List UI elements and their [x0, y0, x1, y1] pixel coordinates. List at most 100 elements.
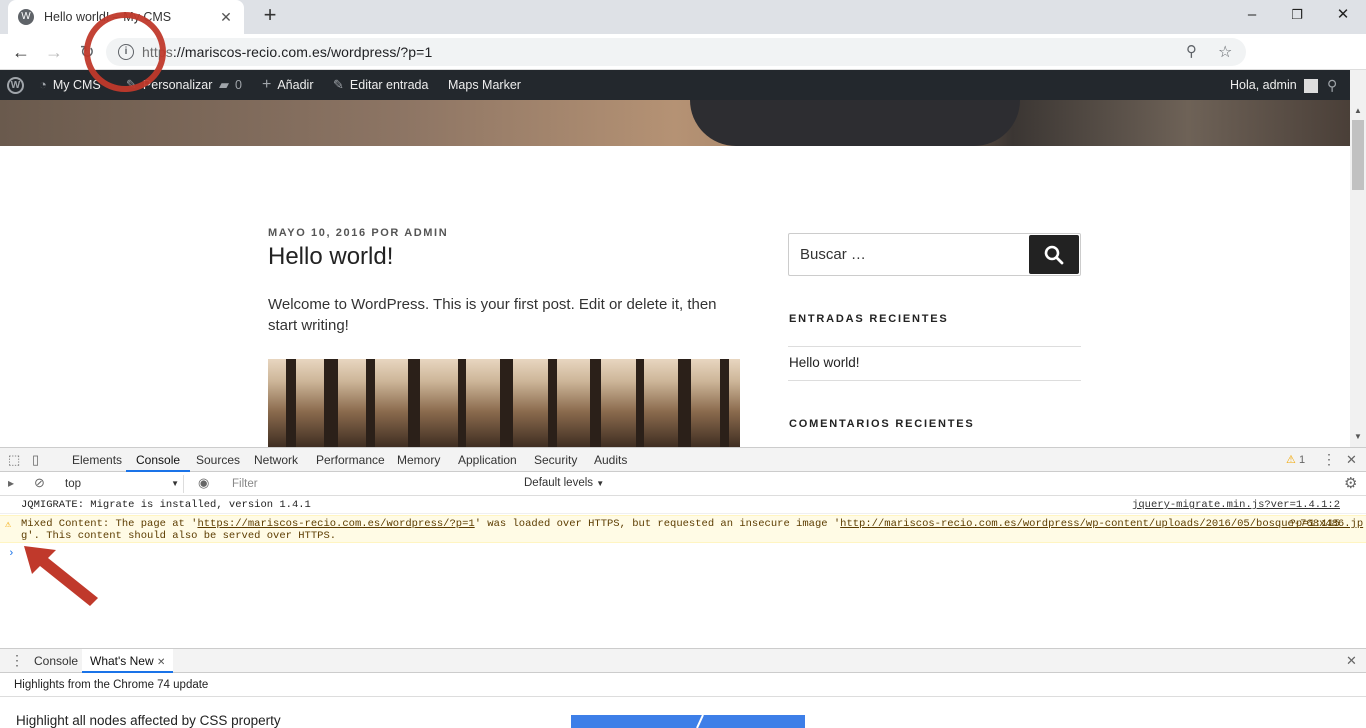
edit-post-link[interactable]: ✎ Editar entrada [333, 70, 428, 100]
add-new-label: Añadir [277, 78, 314, 92]
warning-count[interactable]: 1 [1299, 454, 1305, 466]
close-tab-icon[interactable]: ✕ [218, 9, 234, 26]
console-settings-gear-icon[interactable]: ⚙ [1344, 474, 1357, 492]
warning-triangle-icon: ⚠ [5, 520, 12, 531]
scrollbar-thumb[interactable] [1352, 120, 1364, 190]
page-scrollbar[interactable]: ▲ ▼ [1350, 70, 1366, 447]
devtools-close-icon[interactable]: ✕ [1346, 452, 1357, 468]
plus-icon: + [262, 76, 272, 93]
admin-search-icon[interactable]: ⚲ [1327, 70, 1337, 100]
show-sidebar-icon[interactable]: ▸ [8, 476, 14, 490]
tab-sources[interactable]: Sources [196, 448, 240, 472]
tab-network[interactable]: Network [254, 448, 298, 472]
wp-admin-bar: W ◔ My CMS ✎ Personalizar ▰ 0 + Añadir ✎ Edit… [0, 70, 1350, 100]
site-name-label: My CMS [52, 78, 101, 92]
post-excerpt: Welcome to WordPress. This is your first… [268, 296, 717, 334]
warning-prefix: Mixed Content: The page at ' [21, 518, 198, 530]
wordpress-favicon-icon: W [18, 9, 34, 25]
red-arrow-annotation [24, 546, 98, 606]
add-new-link[interactable]: + Añadir [262, 70, 313, 100]
whats-new-image [571, 715, 805, 728]
user-avatar-icon [1303, 78, 1318, 93]
tab-security[interactable]: Security [534, 448, 577, 472]
drawer-tab-console[interactable]: Console [34, 649, 78, 673]
inspect-element-icon[interactable]: ⬚ [8, 452, 20, 468]
close-window-button[interactable]: ✕ [1320, 3, 1366, 27]
comment-bubble-icon: ▰ [219, 77, 229, 92]
dropdown-arrow-icon: ▼ [171, 479, 179, 488]
url-rest: ://mariscos-recio.com.es/wordpress/?p=1 [172, 44, 433, 60]
header-image-shape [690, 100, 1020, 146]
context-selector[interactable]: top ▼ [58, 475, 184, 493]
whats-new-highlight: Highlight all nodes affected by CSS prop… [16, 713, 281, 728]
forward-arrow-icon[interactable]: → [42, 40, 66, 64]
post-meta: MAYO 10, 2016 POR ADMIN [268, 227, 449, 239]
dropdown-arrow-icon: ▼ [596, 479, 605, 488]
tab-elements[interactable]: Elements [72, 448, 122, 472]
warning-mid: ' was loaded over HTTPS, but requested a… [474, 518, 841, 530]
comment-count: 0 [235, 78, 242, 92]
dashboard-icon: ◔ [39, 77, 47, 92]
my-account-link[interactable]: Hola, admin [1230, 70, 1318, 100]
recent-post-link[interactable]: Hello world! [789, 355, 860, 370]
scroll-up-icon[interactable]: ▲ [1350, 106, 1366, 120]
eye-icon[interactable]: ◉ [198, 475, 209, 491]
back-arrow-icon[interactable]: ← [9, 40, 33, 64]
greeting-label: Hola, admin [1230, 78, 1297, 92]
tab-memory[interactable]: Memory [397, 448, 440, 472]
search-input[interactable] [789, 234, 1029, 275]
search-button[interactable] [1029, 235, 1079, 274]
bookmark-star-icon[interactable]: ☆ [1218, 42, 1232, 62]
log-levels-dropdown[interactable]: Default levels ▼ [524, 477, 604, 489]
console-prompt-icon[interactable]: › [8, 548, 15, 560]
devtools-tabbar: ⬚ ▯ Elements Console Sources Network Per… [0, 447, 1366, 472]
pencil-icon: ✎ [333, 77, 344, 92]
close-drawer-tab-icon[interactable]: ✕ [157, 657, 165, 668]
scroll-down-icon[interactable]: ▼ [1350, 432, 1366, 446]
recent-comments-title: COMENTARIOS RECIENTES [789, 418, 975, 430]
tab-application[interactable]: Application [458, 448, 517, 472]
tab-strip: W Hello world! – My CMS ✕ + – ❐ ✕ [0, 0, 1366, 34]
console-filter-bar: ▸ ⊘ top ▼ ◉ Default levels ▼ ⚙ [0, 472, 1366, 496]
console-messages: JQMIGRATE: Migrate is installed, version… [0, 496, 1366, 648]
drawer-close-icon[interactable]: ✕ [1346, 653, 1357, 669]
clear-console-icon[interactable]: ⊘ [34, 475, 45, 491]
console-filter-input[interactable] [226, 475, 516, 493]
tab-console[interactable]: Console [126, 448, 191, 472]
image-url-link[interactable]: http://mariscos-recio.com.es/wordpress/w… [840, 518, 1363, 530]
browser-toolbar: ← → ↻ i https://mariscos-recio.com.es/wo… [0, 34, 1366, 97]
warning-icon[interactable]: ⚠ [1286, 453, 1296, 466]
tab-performance[interactable]: Performance [316, 448, 385, 472]
address-bar[interactable]: i https://mariscos-recio.com.es/wordpres… [106, 38, 1246, 66]
drawer-tabbar: ⋮ Console What's New ✕ ✕ [0, 648, 1366, 673]
wordpress-logo-icon[interactable]: W [7, 70, 24, 100]
red-circle-annotation [84, 12, 166, 92]
warning-source-link[interactable]: ?p=1:115 [1290, 518, 1340, 530]
maps-marker-label: Maps Marker [448, 78, 521, 92]
tab-audits[interactable]: Audits [594, 448, 627, 472]
devtools-menu-icon[interactable]: ⋮ [1322, 451, 1336, 468]
comments-link[interactable]: ▰ 0 [219, 70, 242, 100]
recent-posts-title: ENTRADAS RECIENTES [789, 313, 949, 325]
console-message-info: JQMIGRATE: Migrate is installed, version… [0, 496, 1366, 514]
zoom-icon[interactable]: ⚲ [1186, 42, 1197, 60]
warning-line-1: Mixed Content: The page at 'https://mari… [21, 518, 1363, 530]
post-title[interactable]: Hello world! [268, 243, 393, 271]
drawer-tab-whats-new[interactable]: What's New ✕ [82, 649, 174, 673]
url-text: https://mariscos-recio.com.es/wordpress/… [142, 44, 432, 60]
message-source-link[interactable]: jquery-migrate.min.js?ver=1.4.1:2 [1132, 499, 1340, 511]
minimize-button[interactable]: – [1229, 3, 1275, 27]
header-image [0, 100, 1350, 146]
restore-button[interactable]: ❐ [1274, 3, 1320, 27]
log-levels-label: Default levels [524, 477, 594, 489]
new-tab-button[interactable]: + [259, 4, 281, 27]
recent-posts-list: Hello world! [788, 346, 1081, 381]
drawer-menu-icon[interactable]: ⋮ [10, 652, 24, 669]
page-url-link[interactable]: https://mariscos-recio.com.es/wordpress/… [197, 518, 474, 530]
drawer-subtitle: Highlights from the Chrome 74 update [14, 679, 209, 691]
post-featured-image [268, 359, 740, 447]
device-toolbar-icon[interactable]: ▯ [32, 452, 39, 468]
maps-marker-link[interactable]: Maps Marker [448, 70, 521, 100]
drawer-tab-label: What's New [90, 654, 154, 668]
edit-post-label: Editar entrada [349, 78, 429, 92]
